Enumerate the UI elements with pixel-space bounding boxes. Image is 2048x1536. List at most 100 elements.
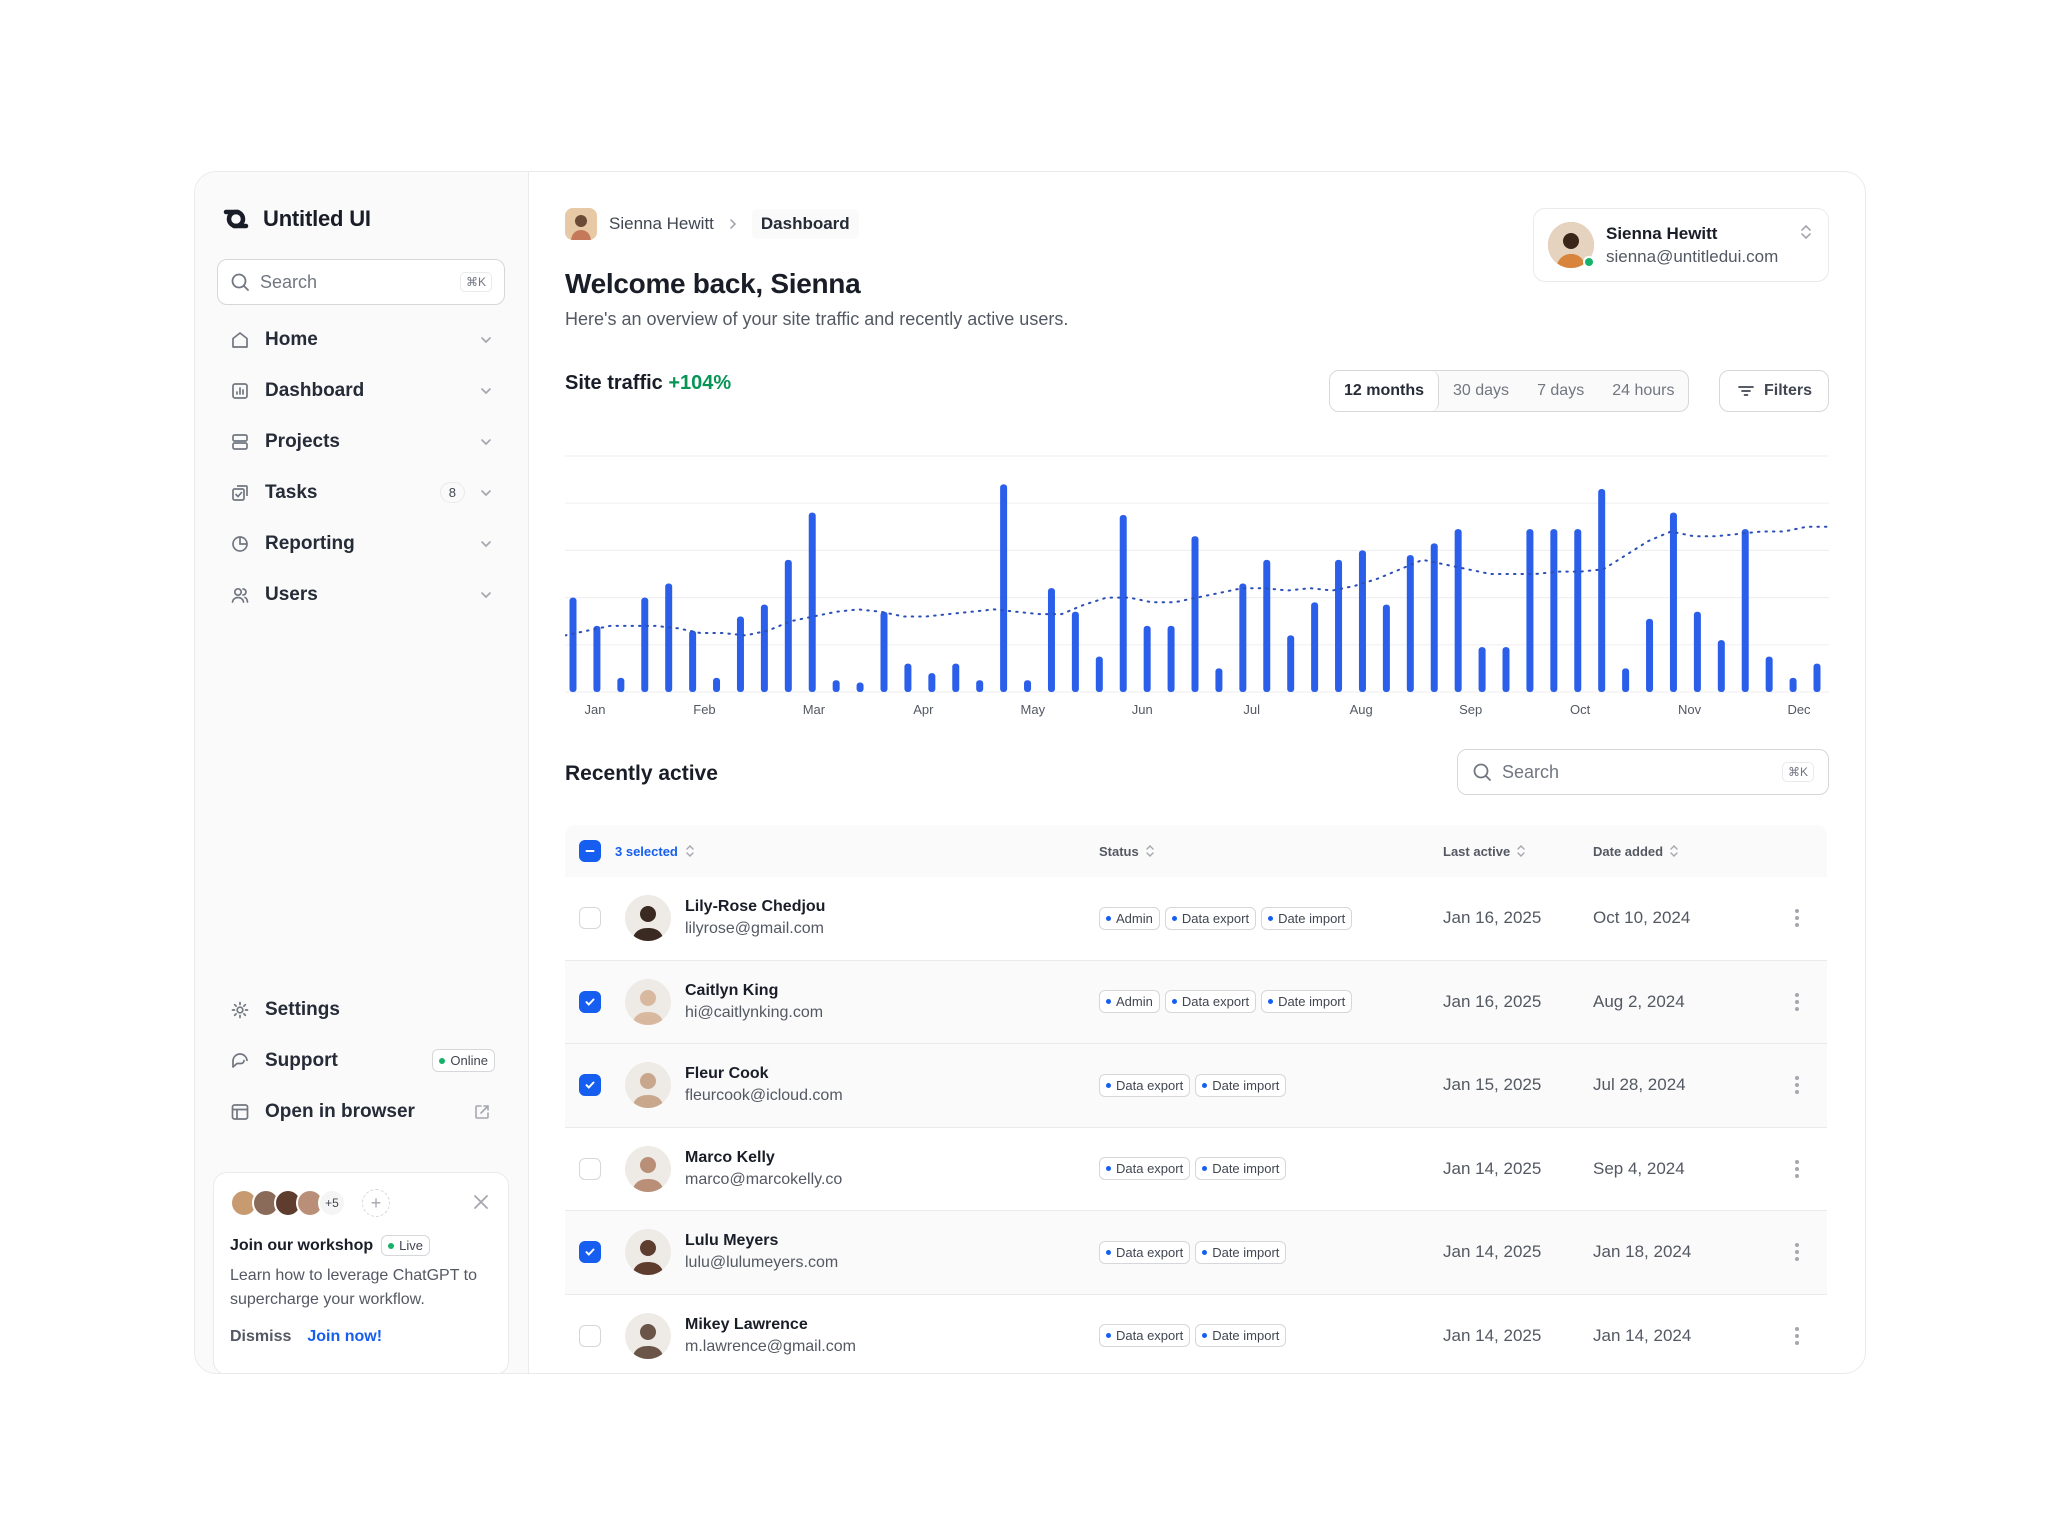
- user-name[interactable]: Marco Kelly: [685, 1149, 842, 1167]
- table-row[interactable]: Mikey Lawrence m.lawrence@gmail.com Data…: [565, 1295, 1827, 1374]
- date-added-column-header[interactable]: Date added: [1593, 844, 1733, 859]
- chart-bar[interactable]: [1239, 583, 1247, 692]
- chart-bar[interactable]: [760, 604, 768, 692]
- chart-bar[interactable]: [784, 559, 792, 692]
- add-attendee-button[interactable]: +: [362, 1189, 390, 1217]
- row-checkbox[interactable]: [579, 1241, 601, 1264]
- table-row[interactable]: Fleur Cook fleurcook@icloud.com Data exp…: [565, 1044, 1827, 1128]
- selected-count[interactable]: 3 selected: [615, 844, 678, 859]
- user-name[interactable]: Caitlyn King: [685, 982, 823, 1000]
- user-name[interactable]: Lily-Rose Chedjou: [685, 898, 825, 916]
- user-name[interactable]: Mikey Lawrence: [685, 1316, 856, 1334]
- chart-bar[interactable]: [856, 682, 864, 692]
- user-name[interactable]: Lulu Meyers: [685, 1232, 838, 1250]
- chart-bar[interactable]: [1191, 536, 1199, 692]
- range-7-days[interactable]: 7 days: [1523, 371, 1598, 411]
- chart-bar[interactable]: [1717, 640, 1725, 692]
- chart-bar[interactable]: [1598, 489, 1606, 692]
- chart-bar[interactable]: [713, 677, 721, 692]
- logo[interactable]: Untitled UI: [217, 206, 371, 232]
- filters-button[interactable]: Filters: [1719, 370, 1829, 412]
- account-switcher[interactable]: Sienna Hewitt sienna@untitledui.com: [1533, 208, 1829, 282]
- sidebar-item-projects[interactable]: Projects: [217, 416, 507, 467]
- chart-bar[interactable]: [1382, 604, 1390, 692]
- chart-bar[interactable]: [1406, 555, 1414, 692]
- breadcrumb-current[interactable]: Dashboard: [751, 209, 859, 239]
- sidebar-item-reporting[interactable]: Reporting: [217, 518, 507, 569]
- chart-bar[interactable]: [1024, 680, 1032, 692]
- chart-bar[interactable]: [1287, 635, 1295, 692]
- table-row[interactable]: Lulu Meyers lulu@lulumeyers.com Data exp…: [565, 1211, 1827, 1295]
- chart-bar[interactable]: [665, 583, 673, 692]
- chevron-down-icon[interactable]: [477, 586, 495, 604]
- chart-bar[interactable]: [1454, 529, 1462, 692]
- chart-bar[interactable]: [1622, 668, 1630, 692]
- more-options-icon[interactable]: [1795, 1324, 1799, 1348]
- sort-icon[interactable]: [684, 844, 696, 858]
- join-now-button[interactable]: Join now!: [307, 1328, 382, 1346]
- more-options-icon[interactable]: [1795, 1240, 1799, 1264]
- row-checkbox[interactable]: [579, 907, 601, 930]
- chevron-down-icon[interactable]: [477, 331, 495, 349]
- chart-bar[interactable]: [1526, 529, 1534, 692]
- table-row[interactable]: Marco Kelly marco@marcokelly.co Data exp…: [565, 1128, 1827, 1211]
- chart-bar[interactable]: [641, 597, 649, 692]
- external-link-icon[interactable]: [473, 1103, 491, 1121]
- chart-bar[interactable]: [1478, 647, 1486, 692]
- sidebar-item-support[interactable]: Support Online: [217, 1035, 507, 1086]
- chart-bar[interactable]: [1215, 668, 1223, 692]
- chart-bar[interactable]: [976, 680, 984, 692]
- chart-bar[interactable]: [1119, 515, 1127, 692]
- chart-bar[interactable]: [928, 673, 936, 692]
- range-12-months[interactable]: 12 months: [1330, 371, 1440, 411]
- user-name[interactable]: Fleur Cook: [685, 1065, 843, 1083]
- close-icon[interactable]: [472, 1193, 490, 1211]
- last-active-column-header[interactable]: Last active: [1443, 844, 1593, 859]
- chart-bar[interactable]: [904, 663, 912, 692]
- chart-bar[interactable]: [1000, 484, 1008, 692]
- chart-bar[interactable]: [1693, 611, 1701, 692]
- sidebar-item-open-in-browser[interactable]: Open in browser: [217, 1086, 507, 1137]
- chart-bar[interactable]: [736, 616, 744, 692]
- table-row[interactable]: Lily-Rose Chedjou lilyrose@gmail.com Adm…: [565, 877, 1827, 961]
- chart-bar[interactable]: [1047, 588, 1055, 692]
- range-30-days[interactable]: 30 days: [1439, 371, 1523, 411]
- row-checkbox[interactable]: [579, 990, 601, 1013]
- more-options-icon[interactable]: [1795, 990, 1799, 1014]
- more-options-icon[interactable]: [1795, 1157, 1799, 1181]
- row-checkbox[interactable]: [579, 1074, 601, 1097]
- users-search-input[interactable]: Search ⌘K: [1457, 749, 1829, 795]
- chart-bar[interactable]: [952, 663, 960, 692]
- chart-bar[interactable]: [1335, 559, 1343, 692]
- chart-bar[interactable]: [689, 630, 697, 692]
- sidebar-item-tasks[interactable]: Tasks 8: [217, 467, 507, 518]
- chart-bar[interactable]: [1167, 625, 1175, 692]
- chart-bar[interactable]: [1741, 529, 1749, 692]
- chart-bar[interactable]: [1789, 677, 1797, 692]
- chart-bar[interactable]: [1550, 529, 1558, 692]
- range-24-hours[interactable]: 24 hours: [1598, 371, 1688, 411]
- sidebar-item-users[interactable]: Users: [217, 569, 507, 620]
- chart-bar[interactable]: [1143, 625, 1151, 692]
- chart-bar[interactable]: [1765, 656, 1773, 692]
- chart-bar[interactable]: [1095, 656, 1103, 692]
- chart-bar[interactable]: [832, 680, 840, 692]
- chevron-down-icon[interactable]: [477, 484, 495, 502]
- more-options-icon[interactable]: [1795, 1073, 1799, 1097]
- chevron-down-icon[interactable]: [477, 433, 495, 451]
- chart-bar[interactable]: [1358, 550, 1366, 692]
- sidebar-item-home[interactable]: Home: [217, 314, 507, 365]
- status-column-header[interactable]: Status: [1099, 844, 1443, 859]
- sidebar-search-input[interactable]: Search ⌘K: [217, 259, 505, 305]
- chart-bar[interactable]: [1646, 618, 1654, 692]
- chart-bar[interactable]: [808, 512, 816, 692]
- chevron-down-icon[interactable]: [477, 535, 495, 553]
- breadcrumb-user[interactable]: Sienna Hewitt: [609, 214, 714, 234]
- chart-bar[interactable]: [617, 677, 625, 692]
- row-checkbox[interactable]: [579, 1324, 601, 1347]
- more-options-icon[interactable]: [1795, 906, 1799, 930]
- chart-bar[interactable]: [1669, 512, 1677, 692]
- chart-bar[interactable]: [880, 611, 888, 692]
- row-checkbox[interactable]: [579, 1157, 601, 1180]
- chart-bar[interactable]: [569, 597, 577, 692]
